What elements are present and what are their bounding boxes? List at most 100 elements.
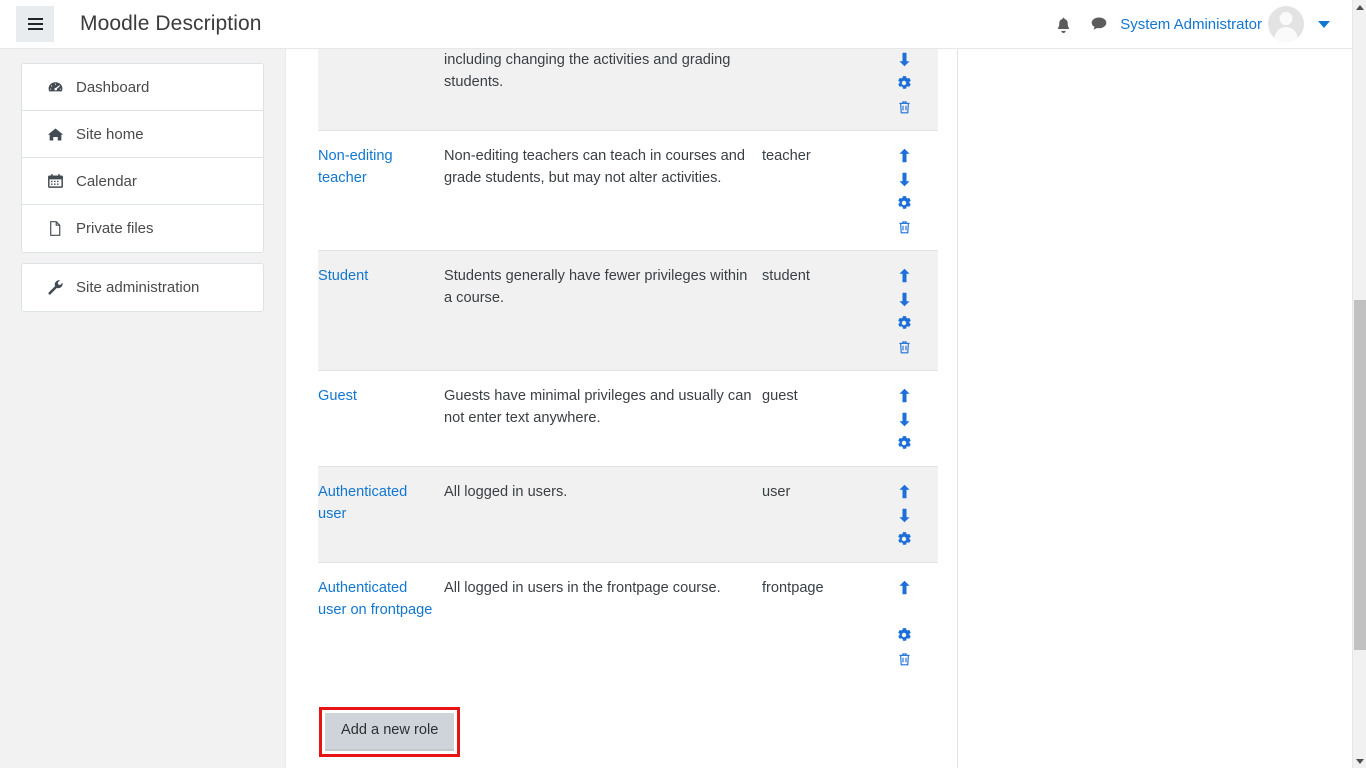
role-actions-group xyxy=(880,49,928,116)
role-actions-group xyxy=(880,577,928,668)
dashboard-icon xyxy=(44,79,66,96)
role-name-cell: Guest xyxy=(318,371,444,467)
role-name-cell: Authenticated user on frontpage xyxy=(318,563,444,683)
table-row: Authenticated user on frontpageAll logge… xyxy=(318,563,938,683)
content-column: including changing the activities and gr… xyxy=(301,49,958,768)
sidebar-item-label: Site home xyxy=(76,126,144,143)
drawer-content-gap xyxy=(287,49,301,768)
nav-drawer: Dashboard Site home Calendar xyxy=(0,49,286,768)
sidebar-item-label: Site administration xyxy=(76,279,199,296)
move-down-icon[interactable] xyxy=(895,506,913,524)
side-blocks-column xyxy=(959,49,1352,768)
file-icon xyxy=(44,220,66,237)
move-down-icon[interactable] xyxy=(895,410,913,428)
role-name-link[interactable]: Authenticated user xyxy=(318,484,407,522)
move-down-icon[interactable] xyxy=(895,50,913,68)
role-actions-cell xyxy=(880,49,938,131)
role-description-cell: All logged in users. xyxy=(444,467,762,563)
hamburger-bar xyxy=(28,28,43,30)
add-new-role-button[interactable]: Add a new role xyxy=(325,713,454,751)
chevron-down-icon[interactable] xyxy=(1318,21,1330,28)
user-menu-name[interactable]: System Administrator xyxy=(1120,16,1262,33)
role-name-link[interactable]: Student xyxy=(318,268,368,284)
role-shortname-cell: guest xyxy=(762,371,880,467)
avatar-head xyxy=(1280,12,1293,25)
nav-drawer-toggle-button[interactable] xyxy=(16,6,54,42)
main-region: including changing the activities and gr… xyxy=(301,49,1352,768)
scroll-down-arrow-icon[interactable] xyxy=(1353,754,1366,768)
scroll-up-glyph xyxy=(1356,5,1364,10)
user-avatar[interactable] xyxy=(1268,6,1304,42)
role-actions-cell xyxy=(880,371,938,467)
role-name-cell: Student xyxy=(318,251,444,371)
table-row: Guest Guests have minimal privileges and … xyxy=(318,371,938,467)
role-actions-cell xyxy=(880,131,938,251)
move-up-icon[interactable] xyxy=(895,266,913,284)
role-shortname-cell: user xyxy=(762,467,880,563)
avatar-body xyxy=(1275,27,1298,42)
settings-icon[interactable] xyxy=(895,434,913,452)
role-actions-cell xyxy=(880,251,938,371)
sidebar-item-site-home[interactable]: Site home xyxy=(22,111,263,158)
bell-icon[interactable] xyxy=(1048,9,1078,39)
navbar-right-group: System Administrator xyxy=(1048,0,1352,48)
delete-icon[interactable] xyxy=(895,338,913,356)
table-row: Authenticated user All logged in users.us… xyxy=(318,467,938,563)
home-icon xyxy=(44,126,66,143)
site-brand-title: Moodle Description xyxy=(80,12,262,36)
role-description-cell: including changing the activities and gr… xyxy=(444,49,762,131)
calendar-icon xyxy=(44,173,66,190)
settings-icon[interactable] xyxy=(895,314,913,332)
move-up-icon[interactable] xyxy=(895,482,913,500)
role-name-link[interactable]: Non-editing teacher xyxy=(318,148,393,186)
role-shortname-cell xyxy=(762,49,880,131)
role-actions-cell xyxy=(880,467,938,563)
settings-icon[interactable] xyxy=(895,194,913,212)
settings-icon[interactable] xyxy=(895,530,913,548)
move-down-icon[interactable] xyxy=(895,170,913,188)
delete-icon[interactable] xyxy=(895,98,913,116)
page-scrollbar[interactable] xyxy=(1352,0,1366,768)
role-shortname-cell: student xyxy=(762,251,880,371)
sidebar-item-site-administration[interactable]: Site administration xyxy=(22,264,263,311)
delete-icon[interactable] xyxy=(895,218,913,236)
scroll-down-glyph xyxy=(1356,759,1364,764)
role-name-link[interactable]: Authenticated user on frontpage xyxy=(318,580,432,618)
role-actions-group xyxy=(880,481,928,548)
scrollbar-thumb[interactable] xyxy=(1354,300,1366,650)
role-description-cell: Guests have minimal privileges and usual… xyxy=(444,371,762,467)
delete-icon[interactable] xyxy=(895,650,913,668)
role-shortname-cell: frontpage xyxy=(762,563,880,683)
move-up-icon[interactable] xyxy=(895,578,913,596)
role-actions-cell xyxy=(880,563,938,683)
top-navbar: Moodle Description System Administrator xyxy=(0,0,1352,49)
move-up-icon[interactable] xyxy=(895,146,913,164)
table-row: Non-editing teacher Non-editing teachers … xyxy=(318,131,938,251)
role-description-cell: Non-editing teachers can teach in course… xyxy=(444,131,762,251)
roles-table: including changing the activities and gr… xyxy=(318,49,938,682)
role-name-cell xyxy=(318,49,444,131)
settings-icon[interactable] xyxy=(895,626,913,644)
sidebar-item-dashboard[interactable]: Dashboard xyxy=(22,64,263,111)
wrench-icon xyxy=(44,279,66,296)
sidebar-item-calendar[interactable]: Calendar xyxy=(22,158,263,205)
sidebar-item-label: Calendar xyxy=(76,173,137,190)
role-name-cell: Non-editing teacher xyxy=(318,131,444,251)
role-description-cell: Students generally have fewer privileges… xyxy=(444,251,762,371)
nav-block-admin: Site administration xyxy=(21,263,264,312)
role-actions-group xyxy=(880,145,928,236)
sidebar-item-private-files[interactable]: Private files xyxy=(22,205,263,252)
nav-block-primary: Dashboard Site home Calendar xyxy=(21,63,264,253)
chat-bubble-icon[interactable] xyxy=(1084,9,1114,39)
role-name-cell: Authenticated user xyxy=(318,467,444,563)
role-shortname-cell: teacher xyxy=(762,131,880,251)
move-down-icon[interactable] xyxy=(895,290,913,308)
table-row: including changing the activities and gr… xyxy=(318,49,938,131)
role-name-link[interactable]: Guest xyxy=(318,388,357,404)
settings-icon[interactable] xyxy=(895,74,913,92)
table-row: Student Students generally have fewer pri… xyxy=(318,251,938,371)
move-up-icon[interactable] xyxy=(895,386,913,404)
scroll-up-arrow-icon[interactable] xyxy=(1353,0,1366,14)
hamburger-bar xyxy=(28,23,43,25)
role-actions-group xyxy=(880,385,928,452)
